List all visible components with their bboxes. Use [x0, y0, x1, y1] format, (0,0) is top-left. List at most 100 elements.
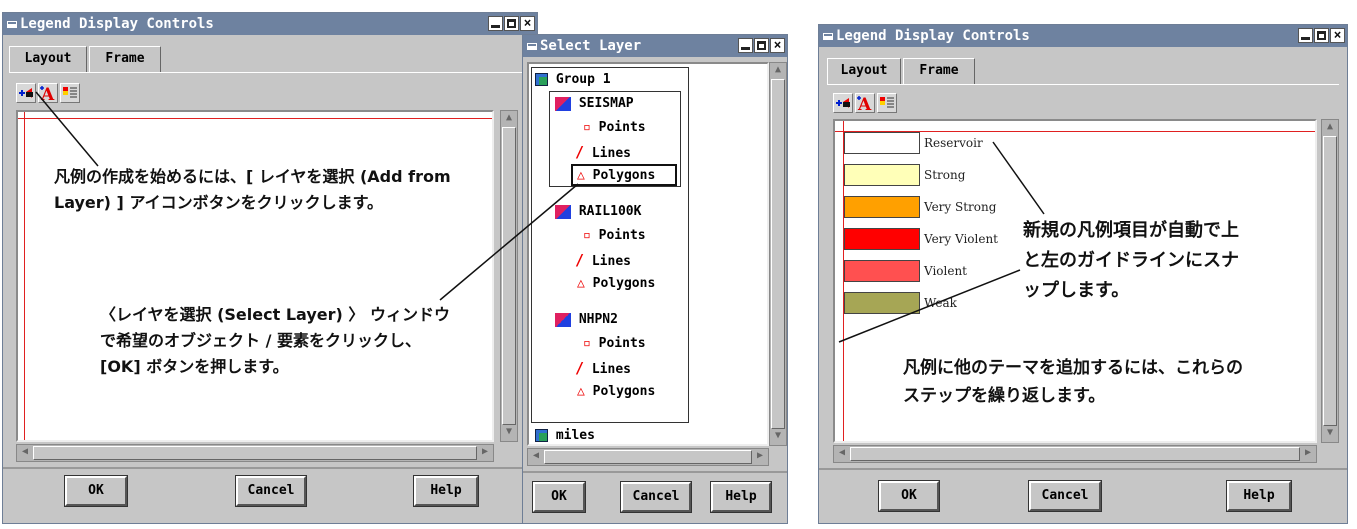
- vertical-scrollbar[interactable]: ▲ ▼: [500, 110, 518, 442]
- help-button[interactable]: Help: [710, 481, 772, 513]
- legend-swatch[interactable]: [844, 292, 920, 314]
- legend-swatch[interactable]: [844, 132, 920, 154]
- scroll-up-icon[interactable]: ▲: [1322, 120, 1338, 136]
- help-button[interactable]: Help: [413, 475, 479, 507]
- legend-label[interactable]: Violent: [924, 264, 967, 278]
- legend-swatch[interactable]: [844, 164, 920, 186]
- scroll-thumb[interactable]: [1323, 136, 1337, 426]
- scroll-up-icon[interactable]: ▲: [501, 111, 517, 127]
- scroll-thumb[interactable]: [502, 127, 516, 425]
- scroll-thumb[interactable]: [771, 79, 785, 429]
- legend-label[interactable]: Weak: [924, 296, 957, 310]
- add-text-icon[interactable]: A: [38, 83, 58, 105]
- vertical-scrollbar[interactable]: ▲ ▼: [1321, 119, 1339, 443]
- legend-label[interactable]: Strong: [924, 168, 965, 182]
- title-bar[interactable]: Select Layer ×: [523, 35, 787, 57]
- tree-item-lines[interactable]: / Lines: [575, 250, 631, 270]
- system-menu-icon[interactable]: [527, 42, 537, 50]
- top-guideline[interactable]: [18, 118, 492, 119]
- vertical-scrollbar[interactable]: ▲ ▼: [769, 62, 787, 446]
- tree-item-label: Lines: [591, 254, 631, 269]
- cancel-button[interactable]: Cancel: [1028, 480, 1102, 512]
- button-bar: [819, 468, 1347, 470]
- tree-item-polygons[interactable]: △ Polygons: [577, 166, 655, 186]
- legend-label[interactable]: Very Violent: [924, 232, 998, 246]
- legend-swatch[interactable]: [844, 196, 920, 218]
- tree-item-lines[interactable]: / Lines: [575, 142, 631, 162]
- tree-item-points[interactable]: ▫ Points: [583, 226, 646, 246]
- ok-button[interactable]: OK: [64, 475, 128, 507]
- close-button[interactable]: ×: [1330, 28, 1345, 43]
- ok-button[interactable]: OK: [532, 481, 586, 513]
- tree-item-layer[interactable]: RAIL100K: [555, 202, 641, 222]
- scroll-right-icon[interactable]: ▶: [752, 449, 768, 465]
- lines-icon: /: [575, 143, 585, 161]
- legend-swatch[interactable]: [844, 228, 920, 250]
- tab-layout[interactable]: Layout: [9, 46, 87, 72]
- scroll-left-icon[interactable]: ◀: [17, 445, 33, 461]
- tree-item-lines[interactable]: / Lines: [575, 358, 631, 378]
- scroll-left-icon[interactable]: ◀: [528, 449, 544, 465]
- tree-item-points[interactable]: ▫ Points: [583, 118, 646, 138]
- close-button[interactable]: ×: [520, 16, 535, 31]
- maximize-button[interactable]: [754, 38, 769, 53]
- scroll-down-icon[interactable]: ▼: [1322, 426, 1338, 442]
- maximize-button[interactable]: [504, 16, 519, 31]
- tab-frame[interactable]: Frame: [903, 58, 975, 84]
- scroll-thumb[interactable]: [544, 450, 752, 464]
- layer-icon: [555, 204, 571, 219]
- tree-item-layer[interactable]: SEISMAP: [555, 94, 634, 114]
- close-button[interactable]: ×: [770, 38, 785, 53]
- system-menu-icon[interactable]: [7, 20, 17, 28]
- title-bar[interactable]: Legend Display Controls ×: [3, 13, 537, 35]
- left-guideline[interactable]: [24, 112, 25, 440]
- legend-label[interactable]: Very Strong: [924, 200, 996, 214]
- tree-item-label: Polygons: [592, 384, 656, 399]
- minimize-button[interactable]: [488, 16, 503, 31]
- maximize-button[interactable]: [1314, 28, 1329, 43]
- tree-item-polygons[interactable]: △ Polygons: [577, 382, 655, 402]
- title-bar[interactable]: Legend Display Controls ×: [819, 25, 1347, 47]
- tab-layout[interactable]: Layout: [827, 58, 901, 84]
- horizontal-scrollbar[interactable]: ◀ ▶: [16, 444, 494, 462]
- scroll-right-icon[interactable]: ▶: [477, 445, 493, 461]
- callout-add-from-layer: 凡例の作成を始めるには、[ レイヤを選択 (Add from Layer) ] …: [44, 158, 472, 222]
- layer-tree[interactable]: Group 1 SEISMAP ▫ Points / Lines △ Polyg…: [527, 62, 769, 446]
- cancel-button[interactable]: Cancel: [235, 475, 307, 507]
- button-bar: [3, 467, 537, 469]
- system-menu-icon[interactable]: [823, 32, 833, 40]
- horizontal-scrollbar[interactable]: ◀ ▶: [527, 448, 769, 466]
- scroll-down-icon[interactable]: ▼: [501, 425, 517, 441]
- points-icon: ▫: [583, 228, 591, 243]
- tree-item-group[interactable]: Group 1: [535, 70, 611, 90]
- scroll-down-icon[interactable]: ▼: [770, 429, 786, 445]
- add-from-layer-icon[interactable]: [833, 93, 853, 113]
- scroll-thumb[interactable]: [33, 446, 477, 460]
- scroll-up-icon[interactable]: ▲: [770, 63, 786, 79]
- tab-frame[interactable]: Frame: [89, 46, 161, 72]
- scroll-right-icon[interactable]: ▶: [1300, 446, 1316, 462]
- horizontal-scrollbar[interactable]: ◀ ▶: [833, 445, 1317, 463]
- add-sample-icon[interactable]: [60, 83, 80, 103]
- scroll-thumb[interactable]: [850, 447, 1300, 461]
- cancel-button[interactable]: Cancel: [620, 481, 692, 513]
- add-sample-icon[interactable]: [877, 93, 897, 113]
- tree-item-polygons[interactable]: △ Polygons: [577, 274, 655, 294]
- minimize-button[interactable]: [1298, 28, 1313, 43]
- minimize-button[interactable]: [738, 38, 753, 53]
- help-button[interactable]: Help: [1226, 480, 1292, 512]
- tree-item-points[interactable]: ▫ Points: [583, 334, 646, 354]
- add-text-icon[interactable]: A: [855, 93, 875, 115]
- tree-item-layer[interactable]: NHPN2: [555, 310, 618, 330]
- tree-item-label: Lines: [591, 362, 631, 377]
- scroll-left-icon[interactable]: ◀: [834, 446, 850, 462]
- add-from-layer-icon[interactable]: [16, 83, 36, 103]
- polygons-icon: △: [577, 168, 585, 183]
- tab-panel: [9, 72, 531, 73]
- legend-swatch[interactable]: [844, 260, 920, 282]
- window-title: Legend Display Controls: [20, 16, 214, 32]
- ok-button[interactable]: OK: [878, 480, 940, 512]
- tree-item-label: Group 1: [555, 72, 611, 87]
- legend-label[interactable]: Reservoir: [924, 136, 983, 150]
- tree-item-group[interactable]: miles: [535, 426, 595, 446]
